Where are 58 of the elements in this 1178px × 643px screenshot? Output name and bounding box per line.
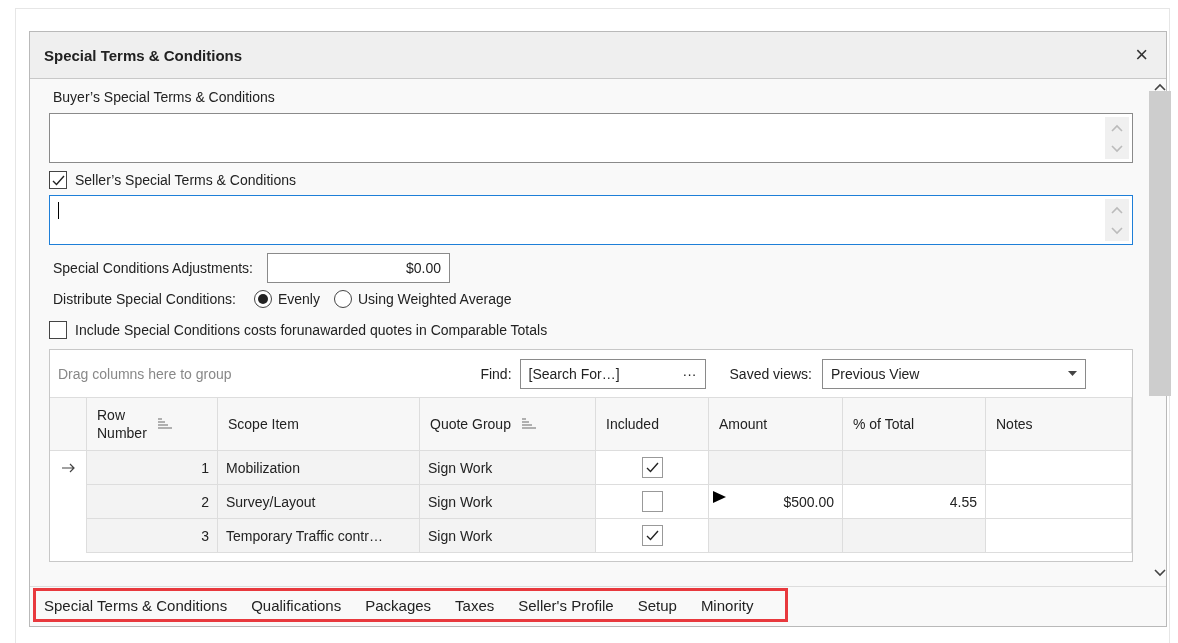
tab[interactable]: Taxes — [455, 596, 507, 614]
tab[interactable]: Seller's Profile — [518, 596, 626, 614]
table-cell: $500.00 — [709, 485, 843, 519]
radio-button[interactable] — [253, 290, 272, 308]
table-cell: Sign Work — [420, 451, 596, 485]
saved-views-dropdown[interactable]: Previous View — [822, 358, 1086, 389]
tab[interactable]: Setup — [637, 596, 689, 614]
radio-label: Evenly — [277, 291, 320, 307]
tab[interactable]: Qualifications — [251, 596, 354, 614]
tab[interactable]: Minority — [700, 596, 766, 614]
table-cell: Sign Work — [420, 519, 596, 553]
edit-marker-icon — [713, 491, 726, 503]
sort-icon[interactable] — [156, 418, 173, 430]
checkbox-label: Include Special Conditions costs forunawarded quotes in Comparable Totals — [75, 322, 548, 338]
checkbox-label: Seller’s Special Terms & Conditions — [75, 172, 296, 188]
table-cell: 2 — [87, 485, 218, 519]
sort-icon[interactable] — [520, 418, 537, 430]
column-header[interactable]: Quote Group — [420, 398, 596, 451]
checkmark-icon — [645, 462, 659, 473]
table-cell: Sign Work — [420, 485, 596, 519]
field-label: Distribute Special Conditions: — [52, 290, 237, 309]
checkbox[interactable] — [641, 491, 663, 512]
column-header[interactable]: Included — [596, 398, 709, 451]
radio-label: Using Weighted Average — [357, 291, 512, 307]
checkmark-icon — [51, 174, 65, 186]
field-label: Buyer’s Special Terms & Conditions — [52, 88, 276, 107]
dialog-title: Special Terms & Conditions — [44, 46, 243, 64]
column-header[interactable]: % of Total — [843, 398, 986, 451]
column-header[interactable]: Notes — [986, 398, 1132, 451]
find-label: Find: — [480, 365, 512, 382]
tab[interactable]: Special Terms & Conditions — [44, 596, 240, 614]
current-row-arrow-icon — [61, 463, 75, 473]
field-label: Special Conditions Adjustments: — [52, 259, 254, 278]
table-cell: 4.55 — [843, 485, 986, 519]
close-button[interactable]: × — [1131, 42, 1152, 68]
group-panel-hint: Drag columns here to group — [58, 365, 233, 382]
table-cell: 1 — [87, 451, 218, 485]
checkbox[interactable] — [641, 457, 663, 478]
column-header[interactable]: Scope Item — [218, 398, 420, 451]
table-cell: 3 — [87, 519, 218, 553]
tab[interactable]: Packages — [365, 596, 444, 614]
table-cell: Temporary Traffic contr… — [218, 519, 420, 553]
scrollbar-thumb[interactable] — [1149, 91, 1171, 396]
down-chevron-icon[interactable] — [1154, 569, 1166, 577]
table-cell: Survey/Layout — [218, 485, 420, 519]
column-header[interactable]: Amount — [709, 398, 843, 451]
saved-views-label: Saved views: — [729, 365, 812, 382]
checkbox[interactable] — [641, 525, 663, 546]
checkmark-icon — [645, 530, 659, 541]
checkbox[interactable] — [49, 321, 67, 339]
up-chevron-icon[interactable] — [1154, 83, 1166, 91]
amount-field[interactable]: $0.00 — [267, 253, 450, 283]
radio-button[interactable] — [333, 290, 352, 308]
table-cell: Mobilization — [218, 451, 420, 485]
checkbox[interactable] — [49, 171, 67, 189]
column-header[interactable]: Row Number — [87, 398, 218, 451]
dropdown-caret-icon — [1068, 371, 1077, 376]
search-field[interactable]: [Search For…] ··· — [519, 358, 706, 389]
